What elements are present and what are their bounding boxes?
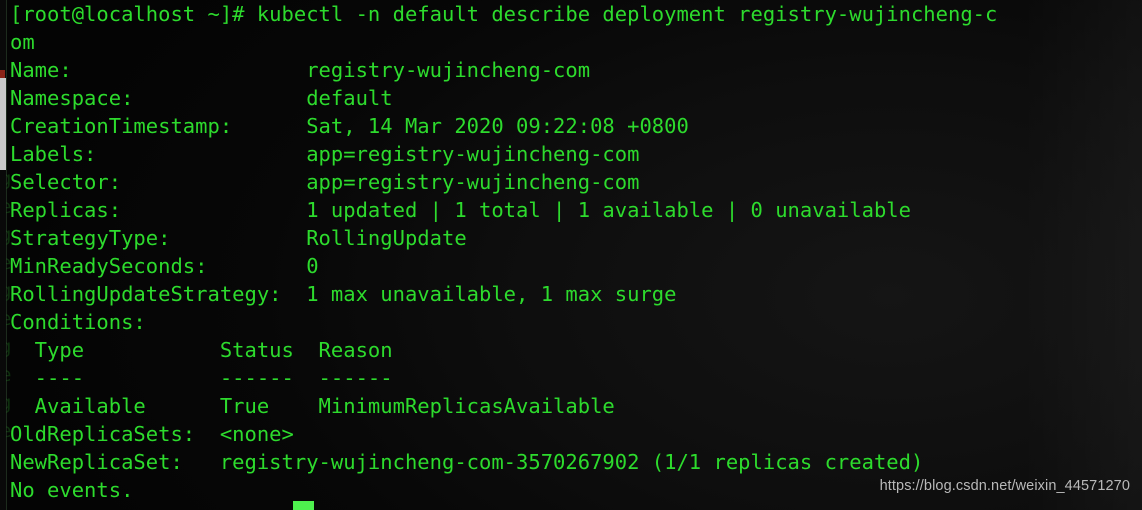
terminal-line: CreationTimestamp: Sat, 14 Mar 2020 09:2… — [10, 114, 689, 138]
terminal-line: Type Status Reason — [10, 338, 393, 362]
terminal-line: Labels: app=registry-wujincheng-com — [10, 142, 640, 166]
terminal-line: Available True MinimumReplicasAvailable — [10, 394, 615, 418]
terminal-line: MinReadySeconds: 0 — [10, 254, 319, 278]
terminal-line: ---- ------ ------ — [10, 366, 393, 390]
gutter-divider — [6, 0, 7, 510]
terminal-line: NewReplicaSet: registry-wujincheng-com-3… — [10, 450, 924, 474]
terminal-line: RollingUpdateStrategy: 1 max unavailable… — [10, 282, 677, 306]
terminal-line: Name: registry-wujincheng-com — [10, 58, 591, 82]
watermark-url: https://blog.csdn.net/weixin_44571270 — [879, 478, 1130, 494]
scrollbar-thumb[interactable] — [0, 78, 6, 170]
text-cursor — [293, 501, 314, 510]
terminal-line: StrategyType: RollingUpdate — [10, 226, 467, 250]
terminal-line: Conditions: — [10, 310, 146, 334]
terminal-line: OldReplicaSets: <none> — [10, 422, 294, 446]
terminal-line: Replicas: 1 updated | 1 total | 1 availa… — [10, 198, 911, 222]
terminal-line: [root@localhost ~]# kubectl -n default d… — [10, 2, 998, 26]
terminal-line: Selector: app=registry-wujincheng-com — [10, 170, 640, 194]
terminal-line: om — [10, 30, 35, 54]
terminal-line: Namespace: default — [10, 86, 393, 110]
terminal-screen: [root@localhost ~]# kubectl -n default d… — [10, 0, 1142, 504]
terminal-window[interactable]: gegegegege [root@localhost ~]# kubectl -… — [0, 0, 1142, 510]
